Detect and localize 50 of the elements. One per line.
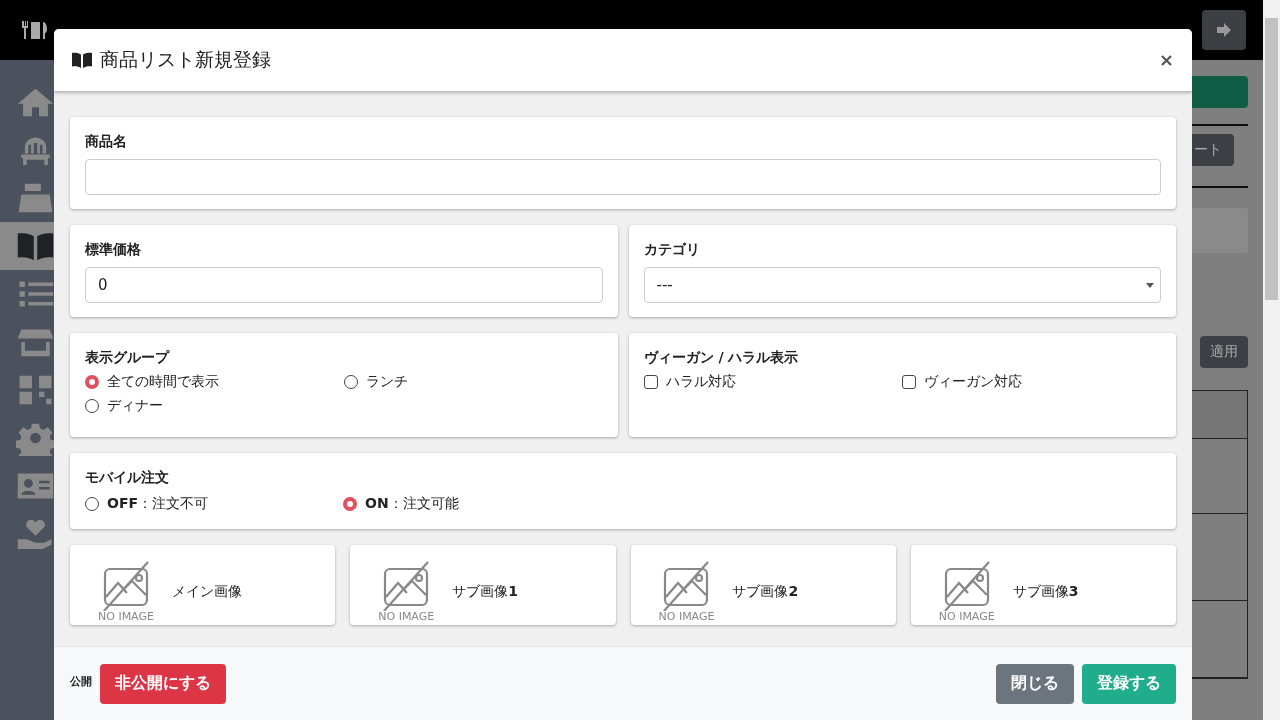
home-icon [17,88,54,117]
no-image-icon [942,561,991,611]
checkbox-option[interactable]: ヴィーガン対応 [902,373,1161,391]
field-label: カテゴリ [643,241,701,259]
logout-icon [1216,23,1232,37]
open-book-icon [17,233,54,261]
no-image-text: NO IMAGE [658,611,715,623]
no-image-icon [382,561,431,611]
qr-code-icon [19,375,52,405]
logout-button[interactable] [1202,10,1246,50]
no-image-icon [662,561,711,611]
hand-heart-icon [17,519,52,550]
price-field[interactable]: 0 [85,267,603,303]
gear-icon [16,423,55,456]
radio-option[interactable]: 全ての時間で表示 [85,373,344,391]
id-card-icon [17,473,54,499]
logo-icon [20,19,50,41]
product-name-field[interactable] [85,159,1161,195]
unpublish-button[interactable]: 非公開にする [100,663,226,704]
close-dialog-button[interactable]: 閉じる [996,663,1074,704]
field-label: 表示グループ [85,349,171,367]
no-image-text: NO IMAGE [938,611,995,623]
field-label: モバイル注文 [85,469,170,487]
no-image-text: NO IMAGE [98,611,154,623]
image-label: サブ画像2 [732,583,799,601]
field-label: 商品名 [85,133,128,151]
caret-icon [1146,282,1154,288]
radio-option[interactable]: ランチ [343,373,603,391]
no-image-text: NO IMAGE [378,611,435,623]
apply-button[interactable]: 適用 [1200,336,1248,368]
close-icon [1161,54,1172,66]
radio-option[interactable]: OFF：注文不可 [85,495,343,513]
category-select[interactable]: --- [643,267,1161,303]
radio-option[interactable]: ディナー [85,397,344,415]
image-label: メイン画像 [171,583,242,601]
scrollbar[interactable] [1263,0,1280,720]
field-label: ヴィーガン / ハラル表示 [643,349,800,367]
checkbox-option[interactable]: ハラル対応 [643,373,903,391]
chair-icon [21,137,50,166]
open-book-icon [70,51,94,69]
radio-option[interactable]: ON：注文可能 [343,495,601,513]
status-label: 公開 [70,674,92,689]
image-label: サブ画像3 [1012,583,1079,601]
store-icon [17,329,54,357]
sidebar-item[interactable] [0,222,55,270]
image-label: サブ画像1 [452,583,518,601]
no-image-icon [101,561,150,611]
field-label: 標準価格 [85,241,142,259]
list-icon [19,281,54,307]
dialog-title: 商品リスト新規登録 [100,47,271,72]
